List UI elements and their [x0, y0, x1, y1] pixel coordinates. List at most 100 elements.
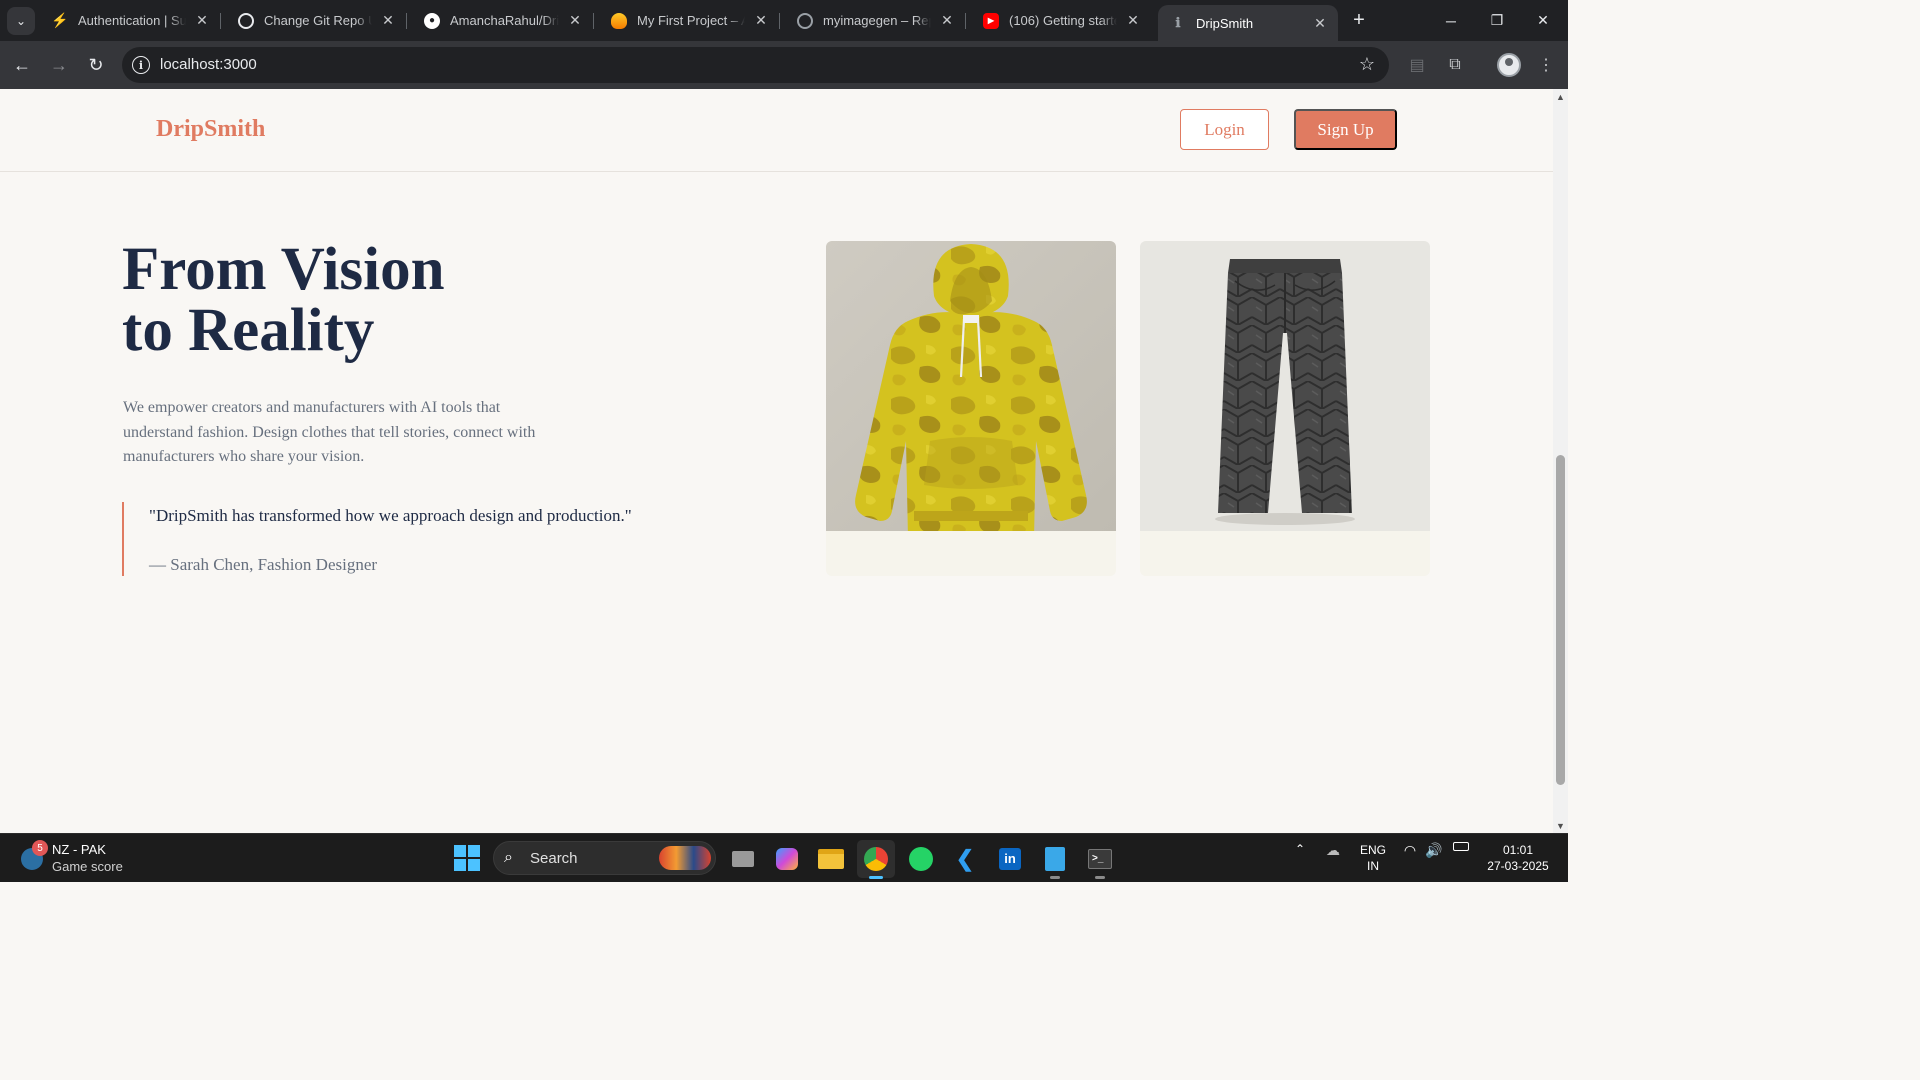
show-hidden-icons-icon[interactable]: ⌃ — [1290, 842, 1310, 856]
close-icon[interactable]: ✕ — [1125, 12, 1141, 29]
whatsapp-icon[interactable] — [902, 840, 940, 878]
profile-avatar[interactable] — [1497, 53, 1521, 77]
clock-date: 27-03-2025 — [1487, 859, 1549, 873]
language-code: ENG — [1359, 843, 1386, 857]
tab-firebase[interactable]: My First Project – Authentication ✕ — [599, 6, 780, 35]
region-code: IN — [1367, 859, 1379, 873]
terminal-icon[interactable]: >_ — [1081, 840, 1119, 879]
extensions-puzzle-icon[interactable]: ⧉ — [1442, 52, 1468, 78]
clock-time: 01:01 — [1502, 843, 1534, 857]
tab-youtube[interactable]: ▶ (106) Getting started ✕ — [971, 6, 1151, 35]
running-indicator — [1050, 876, 1060, 879]
tab-title: AmanchaRahul/DripSmith — [450, 13, 559, 28]
close-icon[interactable]: ✕ — [194, 12, 210, 29]
tab-change-git-repo[interactable]: Change Git Repo URL ✕ — [226, 6, 407, 35]
close-icon[interactable]: ✕ — [939, 12, 955, 29]
active-indicator — [869, 876, 883, 879]
tab-dripsmith[interactable]: ℹ DripSmith ✕ — [1158, 5, 1338, 41]
window-close-icon[interactable]: ✕ — [1520, 0, 1566, 41]
scroll-up-arrow-icon[interactable]: ▲ — [1553, 89, 1568, 104]
login-button[interactable]: Login — [1180, 109, 1269, 150]
notepad-icon[interactable] — [1036, 840, 1074, 879]
task-view-icon[interactable] — [724, 840, 762, 878]
weather-widget[interactable]: 5 NZ - PAK Game score — [18, 840, 158, 878]
signup-button[interactable]: Sign Up — [1294, 109, 1397, 150]
taskbar-search[interactable]: ⌕ Search — [493, 841, 716, 875]
youtube-icon: ▶ — [983, 12, 999, 29]
scrollbar-thumb[interactable] — [1556, 455, 1565, 785]
gcp-icon — [797, 12, 813, 29]
testimonial-quote: "DripSmith has transformed how we approa… — [122, 502, 642, 576]
running-indicator — [1095, 876, 1105, 879]
browser-tab-strip: ⌄ ⚡ Authentication | Supabase ✕ Change G… — [0, 0, 1568, 41]
url-text[interactable]: localhost:3000 — [160, 56, 257, 73]
reload-icon[interactable]: ↻ — [82, 51, 110, 79]
quote-author: — Sarah Chen, Fashion Designer — [149, 555, 378, 574]
web-page: DripSmith Login Sign Up From Vision to R… — [0, 89, 1553, 833]
address-bar[interactable]: i localhost:3000 ☆ — [122, 47, 1389, 83]
firebase-icon — [611, 12, 627, 29]
search-icon: ⌕ — [504, 849, 513, 866]
close-icon[interactable]: ✕ — [1312, 15, 1328, 32]
windows-logo-icon — [454, 859, 466, 871]
windows-taskbar: 5 NZ - PAK Game score ⌕ Search ❮ in >_ ⌃… — [0, 833, 1568, 882]
windows-logo-icon — [468, 845, 480, 857]
close-icon[interactable]: ✕ — [567, 12, 583, 29]
back-icon[interactable]: ← — [8, 51, 36, 79]
hero-title-line: to Reality — [122, 297, 375, 364]
widget-title: NZ - PAK — [52, 842, 106, 857]
vscode-icon[interactable]: ❮ — [946, 840, 984, 878]
volume-icon[interactable]: 🔊 — [1424, 842, 1444, 859]
close-icon[interactable]: ✕ — [380, 12, 396, 29]
openai-icon — [238, 12, 254, 29]
tab-title: My First Project – Authentication — [637, 13, 745, 28]
browser-toolbar: ← → ↻ i localhost:3000 ☆ ▤ ⧉ ⋮ — [0, 41, 1568, 89]
tab-title: (106) Getting started — [1009, 13, 1117, 28]
extension-icon[interactable]: ▤ — [1404, 52, 1430, 78]
menu-kebab-icon[interactable]: ⋮ — [1533, 52, 1559, 78]
github-icon: ● — [424, 12, 440, 29]
start-button[interactable] — [454, 845, 480, 871]
chrome-icon[interactable] — [857, 840, 895, 879]
hoodie-image — [826, 241, 1116, 531]
windows-logo-icon — [468, 859, 480, 871]
tab-title: Change Git Repo URL — [264, 13, 372, 28]
hero-title: From Vision to Reality — [122, 239, 445, 361]
product-card-hoodie[interactable] — [826, 241, 1116, 576]
system-clock[interactable]: 01:01 27-03-2025 — [1478, 842, 1558, 874]
site-info-icon[interactable]: i — [132, 56, 150, 74]
brand-logo[interactable]: DripSmith — [156, 116, 265, 143]
jeans-image — [1140, 241, 1430, 531]
site-header: DripSmith Login Sign Up — [0, 89, 1553, 172]
forward-icon[interactable]: → — [45, 51, 73, 79]
tab-title: Authentication | Supabase — [78, 13, 186, 28]
tab-myimagegen[interactable]: myimagegen – Repository ✕ — [785, 6, 966, 35]
windows-logo-icon — [454, 845, 466, 857]
widget-subtitle: Game score — [52, 859, 123, 874]
search-highlight-image — [659, 846, 711, 870]
restore-icon[interactable]: ❐ — [1474, 0, 1520, 41]
onedrive-icon[interactable]: ☁ — [1322, 842, 1344, 859]
supabase-icon: ⚡ — [51, 12, 69, 28]
tab-supabase[interactable]: ⚡ Authentication | Supabase ✕ — [40, 6, 221, 35]
bookmark-star-icon[interactable]: ☆ — [1359, 54, 1375, 75]
page-scrollbar[interactable]: ▲ ▼ — [1553, 89, 1568, 833]
file-explorer-icon[interactable] — [812, 840, 850, 878]
product-card-jeans[interactable] — [1140, 241, 1430, 576]
dripsmith-favicon: ℹ — [1175, 15, 1181, 30]
new-tab-button[interactable]: + — [1347, 9, 1371, 33]
tab-search-button[interactable]: ⌄ — [7, 7, 35, 35]
hero-title-line: From Vision — [122, 236, 445, 303]
minimize-icon[interactable]: ─ — [1428, 0, 1474, 41]
linkedin-icon[interactable]: in — [991, 840, 1029, 878]
battery-icon[interactable] — [1450, 842, 1472, 851]
scroll-down-arrow-icon[interactable]: ▼ — [1553, 818, 1568, 833]
tab-github-repo[interactable]: ● AmanchaRahul/DripSmith ✕ — [412, 6, 594, 35]
quote-text: "DripSmith has transformed how we approa… — [149, 506, 632, 525]
language-indicator[interactable]: ENG IN — [1356, 842, 1390, 874]
copilot-icon[interactable] — [768, 840, 806, 878]
notification-badge: 5 — [32, 840, 48, 856]
close-icon[interactable]: ✕ — [753, 12, 769, 29]
tab-title: DripSmith — [1196, 15, 1254, 31]
wifi-icon[interactable]: ◠ — [1400, 842, 1420, 859]
